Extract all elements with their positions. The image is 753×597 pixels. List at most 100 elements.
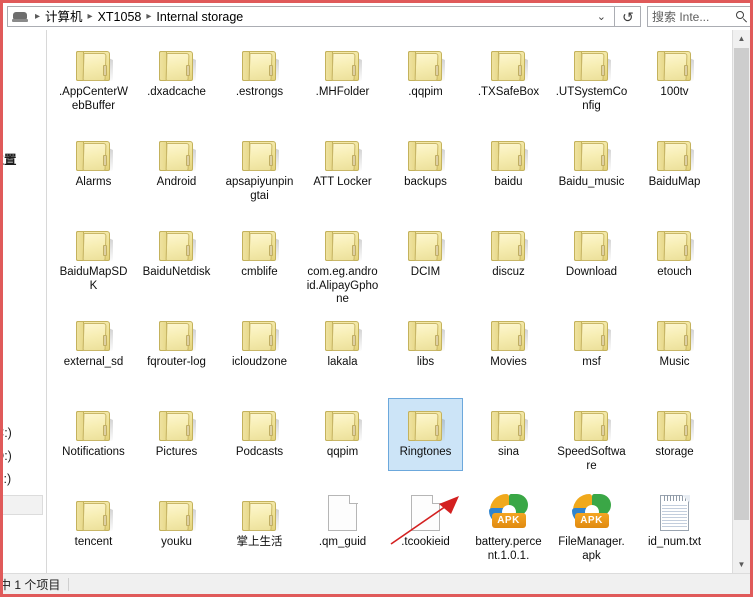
search-input[interactable]: 搜索 Inte... bbox=[647, 6, 750, 27]
chevron-down-icon[interactable]: ⌄ bbox=[595, 10, 612, 23]
icon-wrap bbox=[135, 306, 218, 353]
file-item-label: 掌上生活 bbox=[236, 536, 283, 548]
apk-file-icon: APK bbox=[571, 494, 612, 532]
file-item[interactable]: apsapiyunpingtai bbox=[218, 126, 301, 216]
file-item-label: libs bbox=[416, 356, 435, 368]
file-item-label: .estrongs bbox=[235, 86, 284, 98]
nav-item-drive-c[interactable]: (C:) bbox=[3, 426, 12, 440]
file-item-inner: com.eg.android.AlipayGphone bbox=[301, 216, 384, 307]
explorer-window: ▸ 计算机 ▸ XT1058 ▸ Internal storage ⌄ ↻ 搜索… bbox=[0, 0, 753, 597]
breadcrumb-item-device[interactable]: XT1058 bbox=[96, 7, 144, 27]
nav-item-drive-d[interactable]: (D:) bbox=[3, 449, 12, 463]
file-item[interactable]: storage bbox=[633, 396, 716, 486]
file-item[interactable]: Music bbox=[633, 306, 716, 396]
file-item[interactable]: Alarms bbox=[52, 126, 135, 216]
address-path-box[interactable]: ▸ 计算机 ▸ XT1058 ▸ Internal storage ⌄ bbox=[7, 6, 615, 27]
file-item[interactable]: fqrouter-log bbox=[135, 306, 218, 396]
file-item[interactable]: libs bbox=[384, 306, 467, 396]
file-item[interactable]: Notifications bbox=[52, 396, 135, 486]
file-item[interactable]: Android bbox=[135, 126, 218, 216]
file-item[interactable]: Baidu_music bbox=[550, 126, 633, 216]
icon-wrap bbox=[301, 36, 384, 83]
file-item-label: Music bbox=[659, 356, 690, 368]
file-item[interactable]: APK battery.percent.1.0.1. bbox=[467, 486, 550, 573]
file-item-inner: .MHFolder bbox=[301, 36, 384, 100]
generic-file-icon bbox=[410, 495, 441, 532]
file-item-label: tencent bbox=[74, 536, 113, 548]
file-item-inner: .tcookieid bbox=[384, 486, 467, 550]
file-item[interactable]: BaiduMapSDK bbox=[52, 216, 135, 306]
file-item-inner: external_sd bbox=[52, 306, 135, 370]
text-file-icon bbox=[659, 495, 690, 532]
file-item[interactable]: baidu bbox=[467, 126, 550, 216]
file-item-inner: apsapiyunpingtai bbox=[218, 126, 301, 203]
file-item-label: Movies bbox=[490, 356, 527, 368]
file-item[interactable]: lakala bbox=[301, 306, 384, 396]
file-item[interactable]: 掌上生活 bbox=[218, 486, 301, 573]
file-item[interactable]: .AppCenterWebBuffer bbox=[52, 36, 135, 126]
file-item[interactable]: id_num.txt bbox=[633, 486, 716, 573]
file-item[interactable]: .tcookieid bbox=[384, 486, 467, 573]
file-item[interactable]: SpeedSoftware bbox=[550, 396, 633, 486]
icon-wrap bbox=[135, 36, 218, 83]
file-item[interactable]: .UTSystemConfig bbox=[550, 36, 633, 126]
file-item[interactable]: .dxadcache bbox=[135, 36, 218, 126]
refresh-button[interactable]: ↻ bbox=[615, 6, 641, 27]
file-item[interactable]: external_sd bbox=[52, 306, 135, 396]
file-item[interactable]: icloudzone bbox=[218, 306, 301, 396]
vertical-scrollbar[interactable]: ▲ ▼ bbox=[732, 30, 750, 573]
file-item[interactable]: etouch bbox=[633, 216, 716, 306]
status-bar: 中 1 个项目 bbox=[3, 573, 750, 594]
file-item-label: Android bbox=[156, 176, 197, 188]
file-item[interactable]: BaiduNetdisk bbox=[135, 216, 218, 306]
folder-icon bbox=[75, 499, 113, 533]
folder-icon bbox=[158, 319, 196, 353]
file-item[interactable]: APK FileManager.apk bbox=[550, 486, 633, 573]
file-item[interactable]: qqpim bbox=[301, 396, 384, 486]
file-item-label: id_num.txt bbox=[647, 536, 702, 548]
breadcrumb-item-computer[interactable]: 计算机 bbox=[43, 7, 85, 27]
file-item[interactable]: BaiduMap bbox=[633, 126, 716, 216]
file-item[interactable]: Download bbox=[550, 216, 633, 306]
file-item-inner: DCIM bbox=[384, 216, 467, 280]
scroll-up-icon[interactable]: ▲ bbox=[733, 30, 750, 47]
file-list-pane[interactable]: .AppCenterWebBuffer .dxadcache .estrongs .M… bbox=[48, 30, 732, 573]
file-item[interactable]: sina bbox=[467, 396, 550, 486]
file-item-selected[interactable]: Ringtones bbox=[384, 396, 467, 486]
file-item-inner: Android bbox=[135, 126, 218, 190]
file-item[interactable]: com.eg.android.AlipayGphone bbox=[301, 216, 384, 306]
file-item[interactable]: Movies bbox=[467, 306, 550, 396]
navigation-pane[interactable]: 的位置 (C:) (D:) (E:) bbox=[3, 30, 47, 573]
file-item-label: Download bbox=[565, 266, 618, 278]
file-item[interactable]: ATT Locker bbox=[301, 126, 384, 216]
scrollbar-thumb[interactable] bbox=[734, 48, 749, 520]
folder-icon bbox=[158, 229, 196, 263]
apk-file-icon: APK bbox=[488, 494, 529, 532]
file-item[interactable]: .qqpim bbox=[384, 36, 467, 126]
file-item[interactable]: cmblife bbox=[218, 216, 301, 306]
file-item[interactable]: .estrongs bbox=[218, 36, 301, 126]
scroll-down-icon[interactable]: ▼ bbox=[733, 556, 750, 573]
file-item-label: BaiduMapSDK bbox=[59, 266, 128, 292]
file-item[interactable]: .TXSafeBox bbox=[467, 36, 550, 126]
file-item-inner: BaiduNetdisk bbox=[135, 216, 218, 280]
file-item[interactable]: backups bbox=[384, 126, 467, 216]
file-item[interactable]: .MHFolder bbox=[301, 36, 384, 126]
file-item[interactable]: Podcasts bbox=[218, 396, 301, 486]
nav-item-location[interactable]: 的位置 bbox=[3, 149, 17, 168]
file-item[interactable]: Pictures bbox=[135, 396, 218, 486]
file-item[interactable]: msf bbox=[550, 306, 633, 396]
nav-item-drive-e[interactable]: (E:) bbox=[3, 472, 11, 486]
file-item[interactable]: youku bbox=[135, 486, 218, 573]
file-item[interactable]: tencent bbox=[52, 486, 135, 573]
file-item[interactable]: .qm_guid bbox=[301, 486, 384, 573]
file-item-inner: APK FileManager.apk bbox=[550, 486, 633, 563]
file-item[interactable]: discuz bbox=[467, 216, 550, 306]
folder-icon bbox=[407, 229, 445, 263]
file-item[interactable]: DCIM bbox=[384, 216, 467, 306]
file-item[interactable]: 100tv bbox=[633, 36, 716, 126]
folder-icon bbox=[573, 409, 611, 443]
icon-wrap bbox=[301, 216, 384, 263]
breadcrumb-item-internal-storage[interactable]: Internal storage bbox=[154, 7, 245, 27]
nav-item-blank[interactable] bbox=[3, 495, 43, 515]
